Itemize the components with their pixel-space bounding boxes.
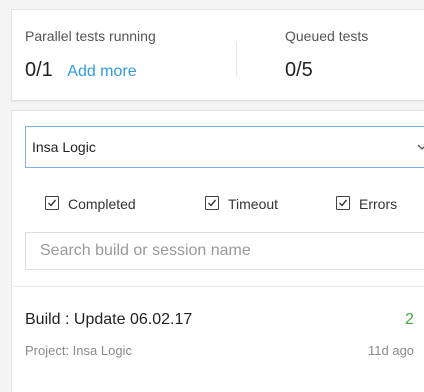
build-project: Project: Insa Logic: [25, 343, 132, 358]
timeout-checkbox[interactable]: [205, 196, 219, 210]
queued-tests-value-row: 0/5: [285, 58, 368, 82]
build-session-count: 2: [405, 311, 414, 328]
chevron-down-icon: [417, 144, 424, 150]
parallel-tests-stat: Parallel tests running 0/1 Add more: [25, 28, 156, 82]
build-name: Build : Update 06.02.17: [25, 311, 193, 328]
completed-checkbox[interactable]: [45, 196, 59, 210]
check-icon: [208, 199, 217, 207]
add-more-link[interactable]: Add more: [67, 63, 136, 80]
project-select-value: Insa Logic: [32, 139, 96, 155]
search-box: [25, 232, 424, 270]
automate-dashboard: Parallel tests running 0/1 Add more Queu…: [0, 0, 424, 392]
completed-label: Completed: [68, 196, 136, 212]
errors-label: Errors: [359, 196, 398, 212]
parallel-tests-label: Parallel tests running: [25, 28, 156, 44]
check-icon: [48, 199, 57, 207]
parallel-tests-value: 0/1: [25, 59, 53, 81]
test-usage-card: Parallel tests running 0/1 Add more Queu…: [11, 9, 424, 101]
queued-tests-value: 0/5: [285, 59, 313, 81]
project-select[interactable]: Insa Logic: [25, 126, 424, 168]
status-filters: Completed Timeout Errors: [45, 194, 424, 214]
build-list-item[interactable]: Build : Update 06.02.17 2 Project: Insa …: [12, 287, 424, 392]
queued-tests-label: Queued tests: [285, 28, 369, 44]
timeout-label: Timeout: [228, 196, 279, 212]
stats-divider: [236, 42, 237, 76]
search-input[interactable]: [26, 233, 424, 269]
queued-tests-stat: Queued tests 0/5: [285, 28, 368, 82]
build-age: 11d ago: [368, 343, 415, 358]
parallel-tests-value-row: 0/1 Add more: [25, 58, 156, 82]
builds-panel: Insa Logic Completed Timeout Errors Sear…: [11, 110, 424, 392]
errors-checkbox[interactable]: [336, 196, 350, 210]
check-icon: [339, 199, 348, 207]
